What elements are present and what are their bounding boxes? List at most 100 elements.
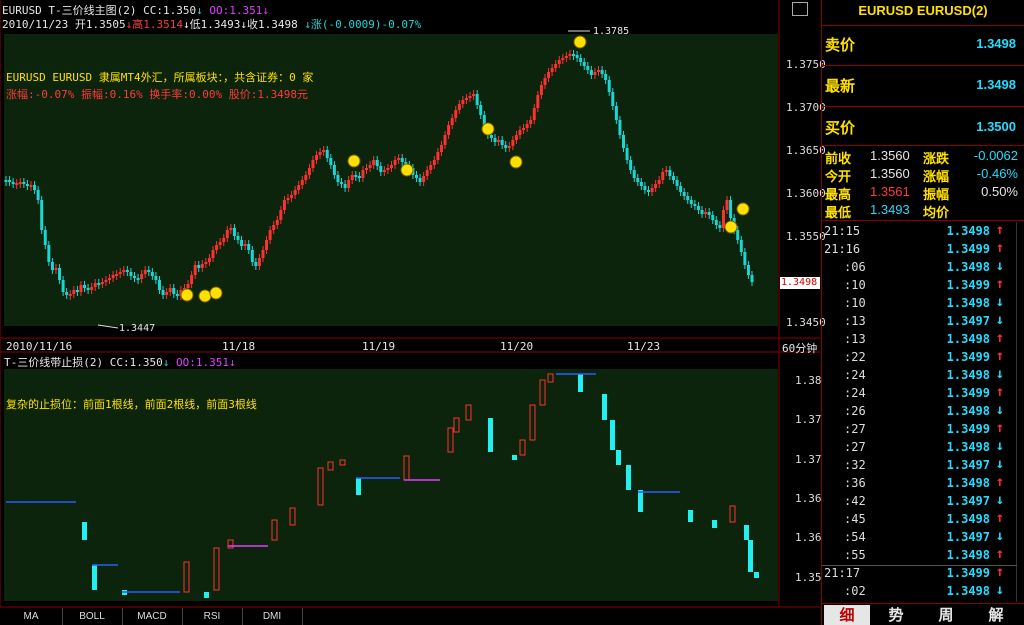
y-axis-label: 1.3550 [786, 230, 826, 243]
tick-time: :55 [844, 548, 866, 562]
break-bar [744, 525, 749, 540]
y-axis-label: 1.3450 [786, 316, 826, 329]
break-bar [688, 510, 693, 522]
tick-time: 21:15 [824, 224, 861, 238]
right-panel-title: EURUSD EURUSD(2) [858, 3, 988, 18]
sub-y-axis-label: 1.38 [795, 374, 822, 387]
date-label: 2010/11/16 [6, 340, 73, 353]
break-bar [356, 478, 361, 495]
down-arrow-icon: ↓ [995, 402, 1004, 418]
down-arrow-icon: ↓ [995, 258, 1004, 274]
tick-price: 1.3498 [946, 260, 990, 274]
tick-row: :55 1.3498 ↑ [822, 546, 1024, 564]
up-arrow-icon: ↑ [995, 240, 1004, 256]
down-arrow-icon: ↓ [995, 294, 1004, 310]
up-arrow-icon: ↑ [995, 222, 1004, 238]
tick-time: :54 [844, 530, 866, 544]
tab-analysis[interactable]: 解 [972, 605, 1020, 625]
tick-time: :26 [844, 404, 866, 418]
tick-row: :02 1.3498 ↓ [822, 582, 1024, 600]
tick-price: 1.3497 [946, 494, 990, 508]
break-bar [92, 565, 97, 590]
up-arrow-icon: ↑ [995, 564, 1004, 580]
tab-week[interactable]: 周 [922, 605, 970, 625]
break-bar [512, 455, 517, 460]
break-bar [748, 540, 753, 572]
y-axis-label: 1.3600 [786, 187, 826, 200]
stock-info-text: EURUSD EURUSD 隶属MT4外汇，所属板块：，共含证券：0 家 [6, 71, 314, 84]
tab-trend[interactable]: 势 [872, 605, 920, 625]
tick-row: :32 1.3497 ↓ [822, 456, 1024, 474]
low-label: 最低 [825, 205, 852, 220]
tick-time: :10 [844, 296, 866, 310]
tick-row: 21:16 1.3499 ↑ [822, 240, 1024, 258]
stoploss-text: 复杂的止损位：前面1根线，前面2根线，前面3根线 [6, 398, 257, 411]
down-arrow-icon: ↓ [995, 366, 1004, 382]
tick-time: :27 [844, 422, 866, 436]
tick-divider [822, 565, 1017, 566]
tick-row: :45 1.3498 ↑ [822, 510, 1024, 528]
break-bar [754, 572, 759, 578]
tab-rsi[interactable]: RSI [182, 608, 243, 625]
tick-scrollbar[interactable] [1016, 222, 1024, 602]
up-arrow-icon: ↑ [995, 330, 1004, 346]
buy-row: 买价 1.3500 [822, 117, 1024, 139]
sub-y-axis-label: 1.37 [795, 453, 822, 466]
tick-price: 1.3498 [946, 368, 990, 382]
high-value: 1.3561 [870, 184, 910, 199]
tick-price: 1.3498 [946, 440, 990, 454]
stock-stats-text: 涨幅:-0.07% 振幅:0.16% 换手率:0.00% 股价:1.3498元 [6, 88, 309, 101]
break-bar [204, 592, 209, 598]
break-bar [578, 374, 583, 392]
tick-price: 1.3498 [946, 404, 990, 418]
tick-row: 21:17 1.3499 ↑ [822, 564, 1024, 582]
tick-row: :54 1.3497 ↓ [822, 528, 1024, 546]
sub-y-axis-label: 1.36 [795, 492, 822, 505]
break-bar [610, 420, 615, 450]
tick-time: :22 [844, 350, 866, 364]
tick-price: 1.3499 [946, 242, 990, 256]
tab-ma[interactable]: MA [0, 608, 63, 625]
down-arrow-icon: ↓ [228, 356, 236, 369]
sell-value: 1.3498 [976, 36, 1016, 51]
y-axis-label: 1.3650 [786, 144, 826, 157]
tick-time: :24 [844, 368, 866, 382]
last-row: 最新 1.3498 [822, 75, 1024, 97]
tick-time: :36 [844, 476, 866, 490]
smiley-icon [509, 155, 523, 169]
tab-macd[interactable]: MACD [122, 608, 183, 625]
sub-y-axis-label: 1.37 [795, 413, 822, 426]
y-axis-label: 1.3700 [786, 101, 826, 114]
tick-price: 1.3497 [946, 458, 990, 472]
tick-row: :13 1.3498 ↑ [822, 330, 1024, 348]
period-label[interactable]: 60分钟 [782, 340, 817, 356]
sell-label: 卖价 [825, 37, 856, 54]
buy-label: 买价 [825, 120, 856, 137]
break-bar [488, 418, 493, 452]
tick-row: :24 1.3498 ↓ [822, 366, 1024, 384]
tick-time: :10 [844, 278, 866, 292]
tab-detail[interactable]: 细 [824, 605, 870, 625]
amp-value: 0.50% [981, 184, 1018, 199]
smiley-icon [573, 35, 587, 49]
low-marker-label: 1.3447 [119, 323, 156, 334]
tick-price: 1.3498 [946, 584, 990, 598]
tick-row: :06 1.3498 ↓ [822, 258, 1024, 276]
tick-time: :42 [844, 494, 866, 508]
sell-row: 卖价 1.3498 [822, 34, 1024, 56]
smiley-icon [481, 122, 495, 136]
tick-row: :13 1.3497 ↓ [822, 312, 1024, 330]
up-arrow-icon: ↑ [995, 546, 1004, 562]
prev-close-label: 前收 [825, 151, 852, 166]
tick-time: 21:17 [824, 566, 861, 580]
tick-row: :22 1.3499 ↑ [822, 348, 1024, 366]
down-arrow-icon: ↓ [162, 356, 170, 369]
tab-boll[interactable]: BOLL [62, 608, 123, 625]
tick-price: 1.3498 [946, 512, 990, 526]
tick-row: 21:15 1.3498 ↑ [822, 222, 1024, 240]
last-label: 最新 [825, 78, 856, 95]
tab-dmi[interactable]: DMI [242, 608, 303, 625]
tick-row: :27 1.3499 ↑ [822, 420, 1024, 438]
tick-row: :24 1.3499 ↑ [822, 384, 1024, 402]
tick-time: :02 [844, 584, 866, 598]
